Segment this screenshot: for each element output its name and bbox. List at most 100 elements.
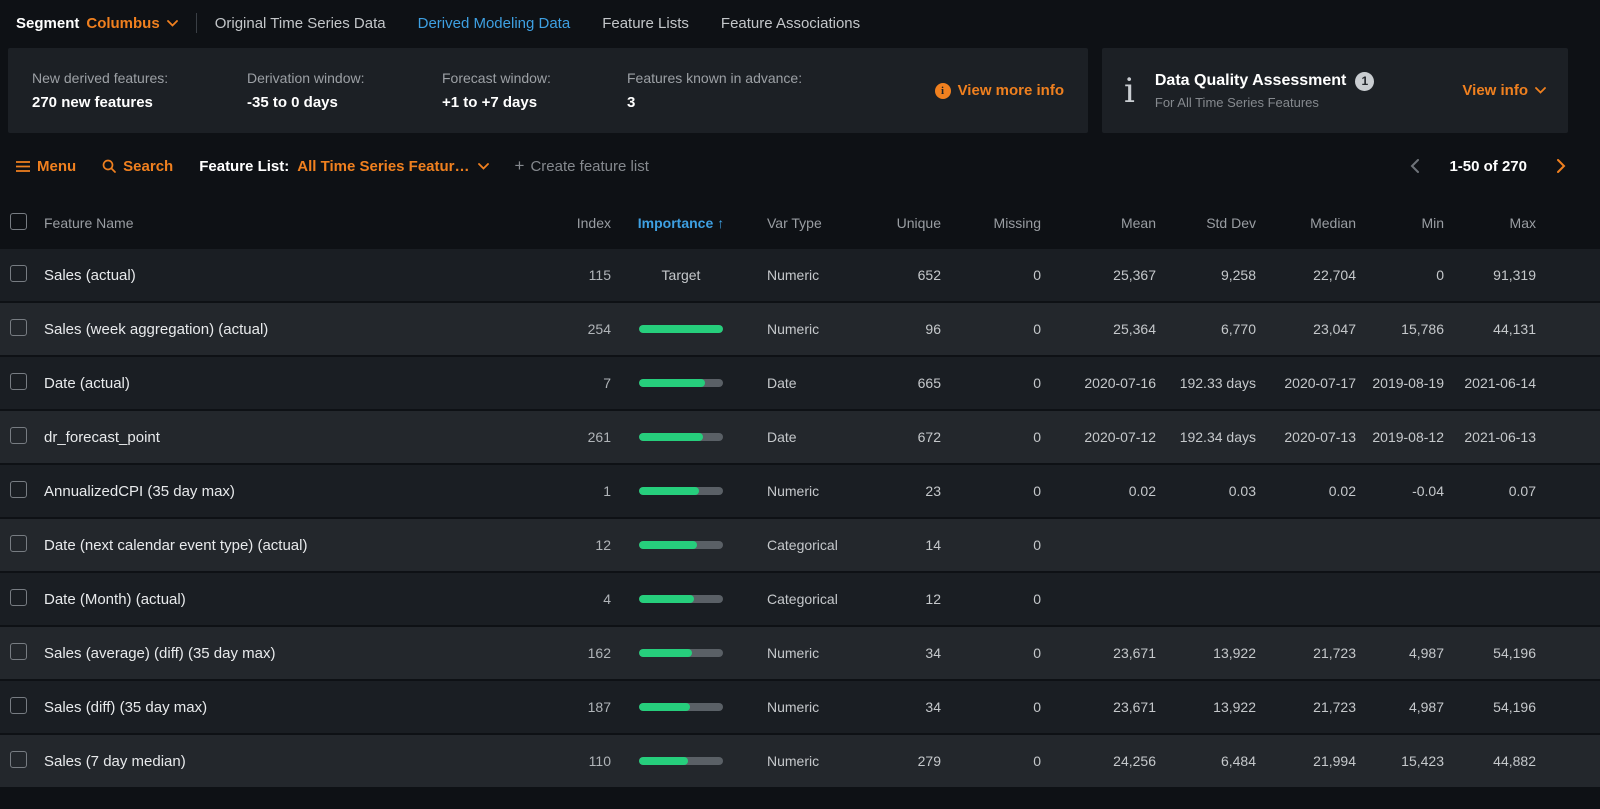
feature-index: 261 [521, 429, 611, 445]
column-header-median[interactable]: Median [1256, 215, 1356, 231]
feature-unique: 23 [851, 483, 941, 499]
feature-index: 1 [521, 483, 611, 499]
feature-max: 44,131 [1444, 321, 1536, 337]
feature-unique: 14 [851, 537, 941, 553]
row-checkbox[interactable] [10, 481, 27, 498]
feature-unique: 672 [851, 429, 941, 445]
previous-page-button[interactable] [1410, 159, 1419, 173]
feature-index: 12 [521, 537, 611, 553]
feature-index: 7 [521, 375, 611, 391]
feature-max: 44,882 [1444, 753, 1536, 769]
feature-index: 110 [521, 753, 611, 769]
feature-max: 54,196 [1444, 645, 1536, 661]
sort-ascending-icon: ↑ [717, 215, 724, 231]
tab-feature-lists[interactable]: Feature Lists [602, 15, 689, 32]
tab-feature-associations[interactable]: Feature Associations [721, 15, 860, 32]
column-header-max[interactable]: Max [1444, 215, 1536, 231]
feature-var-type: Categorical [751, 591, 851, 607]
column-header-min[interactable]: Min [1356, 215, 1444, 231]
feature-mean: 25,367 [1041, 267, 1156, 283]
feature-min: 15,786 [1356, 321, 1444, 337]
table-row[interactable]: Sales (actual) 115 Target Numeric 652 0 … [0, 249, 1600, 303]
feature-var-type: Numeric [751, 645, 851, 661]
data-quality-card: i Data Quality Assessment 1 For All Time… [1102, 48, 1568, 133]
feature-median: 22,704 [1256, 267, 1356, 283]
column-header-missing[interactable]: Missing [941, 215, 1041, 231]
feature-max: 2021-06-13 [1444, 429, 1536, 445]
feature-unique: 34 [851, 699, 941, 715]
feature-var-type: Categorical [751, 537, 851, 553]
table-body: Sales (actual) 115 Target Numeric 652 0 … [0, 249, 1600, 789]
importance-bar [639, 379, 723, 387]
feature-name: Sales (week aggregation) (actual) [44, 321, 521, 338]
quality-subtitle: For All Time Series Features [1155, 95, 1463, 110]
feature-std-dev: 192.33 days [1156, 375, 1256, 391]
menu-button[interactable]: Menu [16, 158, 76, 175]
segment-selector[interactable]: Segment Columbus [16, 15, 178, 32]
table-row[interactable]: Date (Month) (actual) 4 Categorical 12 0 [0, 573, 1600, 627]
row-checkbox[interactable] [10, 697, 27, 714]
row-checkbox[interactable] [10, 751, 27, 768]
info-icon: i [935, 83, 951, 99]
info-serif-icon: i [1124, 74, 1135, 108]
feature-min: 0 [1356, 267, 1444, 283]
feature-var-type: Date [751, 429, 851, 445]
next-page-button[interactable] [1557, 159, 1566, 173]
column-header-unique[interactable]: Unique [851, 215, 941, 231]
feature-std-dev: 6,484 [1156, 753, 1256, 769]
summary-new-derived-features: New derived features: 270 new features [32, 70, 247, 111]
view-info-link[interactable]: View info [1462, 82, 1546, 99]
feature-min: 2019-08-12 [1356, 429, 1444, 445]
table-row[interactable]: Sales (week aggregation) (actual) 254 Nu… [0, 303, 1600, 357]
row-checkbox[interactable] [10, 643, 27, 660]
column-header-mean[interactable]: Mean [1041, 215, 1156, 231]
tab-original-time-series-data[interactable]: Original Time Series Data [215, 15, 386, 32]
importance-bar [639, 325, 723, 333]
feature-name: AnnualizedCPI (35 day max) [44, 483, 521, 500]
table-row[interactable]: AnnualizedCPI (35 day max) 1 Numeric 23 … [0, 465, 1600, 519]
importance-cell [611, 487, 751, 495]
feature-unique: 652 [851, 267, 941, 283]
table-row[interactable]: Sales (average) (diff) (35 day max) 162 … [0, 627, 1600, 681]
column-header-feature-name[interactable]: Feature Name [44, 215, 521, 231]
row-checkbox[interactable] [10, 373, 27, 390]
table-row[interactable]: Date (actual) 7 Date 665 0 2020-07-16 19… [0, 357, 1600, 411]
feature-mean: 23,671 [1041, 699, 1156, 715]
create-feature-list-button[interactable]: + Create feature list [515, 156, 649, 176]
feature-unique: 12 [851, 591, 941, 607]
column-header-index[interactable]: Index [521, 215, 611, 231]
row-checkbox[interactable] [10, 265, 27, 282]
chevron-down-icon [1535, 87, 1546, 94]
feature-std-dev: 0.03 [1156, 483, 1256, 499]
search-button[interactable]: Search [102, 158, 173, 175]
row-checkbox[interactable] [10, 319, 27, 336]
feature-index: 187 [521, 699, 611, 715]
table-row[interactable]: Sales (7 day median) 110 Numeric 279 0 2… [0, 735, 1600, 789]
row-checkbox[interactable] [10, 589, 27, 606]
feature-var-type: Numeric [751, 483, 851, 499]
column-header-importance[interactable]: Importance↑ [611, 215, 751, 231]
row-checkbox[interactable] [10, 535, 27, 552]
column-header-std-dev[interactable]: Std Dev [1156, 215, 1256, 231]
view-info-label: View info [1462, 82, 1528, 99]
table-row[interactable]: Date (next calendar event type) (actual)… [0, 519, 1600, 573]
pagination-range: 1-50 of 270 [1449, 158, 1527, 175]
create-feature-list-label: Create feature list [530, 158, 648, 175]
feature-index: 4 [521, 591, 611, 607]
feature-missing: 0 [941, 375, 1041, 391]
feature-name: Sales (diff) (35 day max) [44, 699, 521, 716]
column-header-var-type[interactable]: Var Type [751, 215, 851, 231]
tab-derived-modeling-data[interactable]: Derived Modeling Data [418, 15, 571, 32]
feature-max: 91,319 [1444, 267, 1536, 283]
view-more-info-label: View more info [958, 82, 1064, 99]
table-row[interactable]: dr_forecast_point 261 Date 672 0 2020-07… [0, 411, 1600, 465]
select-all-checkbox[interactable] [10, 213, 27, 230]
row-checkbox[interactable] [10, 427, 27, 444]
feature-std-dev: 13,922 [1156, 645, 1256, 661]
feature-list-selector[interactable]: Feature List: All Time Series Featur… [199, 158, 488, 175]
table-row[interactable]: Sales (diff) (35 day max) 187 Numeric 34… [0, 681, 1600, 735]
view-more-info-link[interactable]: i View more info [935, 82, 1064, 99]
derived-modeling-data-page: Segment Columbus Original Time Series Da… [0, 0, 1600, 809]
feature-median: 21,723 [1256, 645, 1356, 661]
importance-bar [639, 649, 723, 657]
